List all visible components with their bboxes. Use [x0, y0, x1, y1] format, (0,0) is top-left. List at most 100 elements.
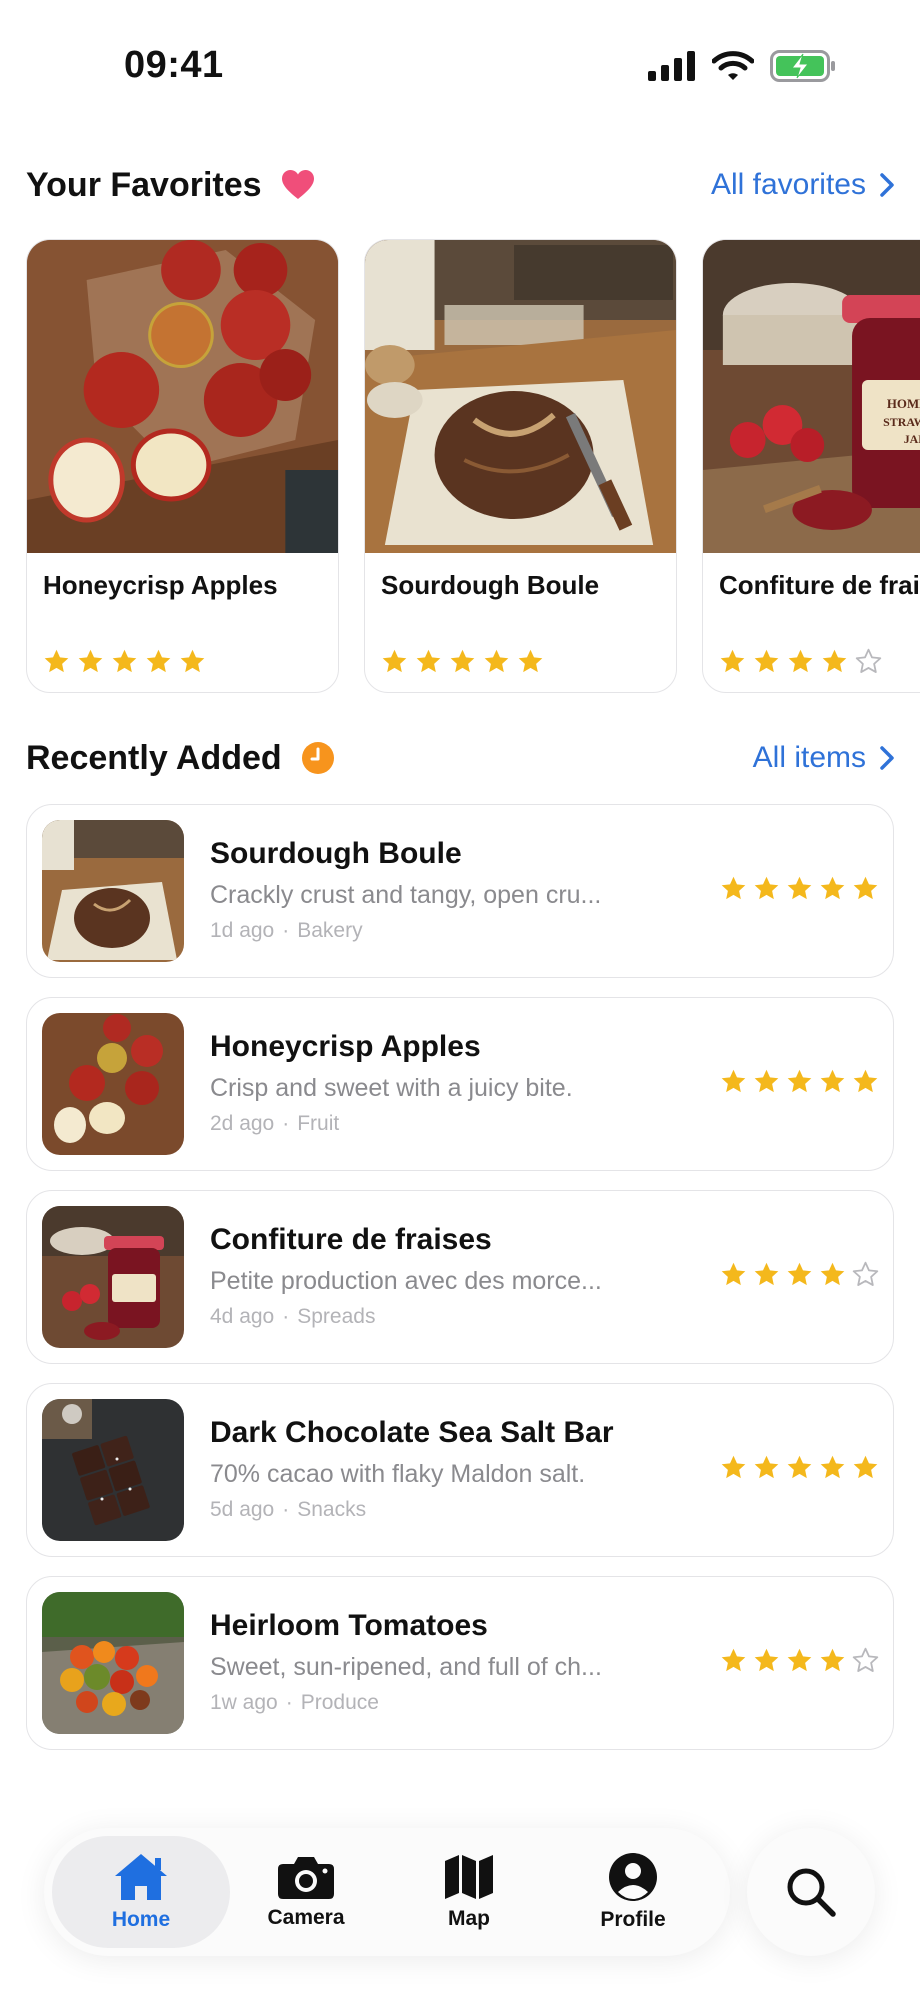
recent-item-description: Crisp and sweet with a juicy bite.: [210, 1074, 573, 1102]
recent-item-description: Sweet, sun-ripened, and full of ch...: [210, 1653, 602, 1681]
recent-item-category: Fruit: [297, 1112, 340, 1135]
star-filled-icon: [853, 876, 878, 900]
tab-camera[interactable]: Camera: [224, 1836, 388, 1948]
dark-chocolate-bar-thumbnail: [42, 1399, 184, 1541]
tab-camera-label: Camera: [267, 1906, 345, 1929]
recent-item-meta: 5d ago · Snacks: [210, 1498, 367, 1521]
star-filled-icon: [754, 1262, 779, 1286]
tab-map[interactable]: Map: [387, 1836, 551, 1948]
favorite-card[interactable]: Sourdough Boule: [364, 239, 677, 693]
recent-item-meta: 1w ago · Produce: [210, 1691, 379, 1714]
recent-item-category: Spreads: [297, 1305, 376, 1328]
recent-item-category: Snacks: [297, 1498, 367, 1521]
star-filled-icon: [78, 649, 103, 673]
favorite-name: Honeycrisp Apples: [43, 570, 278, 600]
star-filled-icon: [721, 1069, 746, 1093]
star-filled-icon: [112, 649, 137, 673]
star-filled-icon: [820, 1262, 845, 1286]
star-filled-icon: [787, 876, 812, 900]
recent-item-card[interactable]: Heirloom Tomatoes Sweet, sun-ripened, an…: [26, 1576, 894, 1750]
confiture-de-fraises-thumbnail: [42, 1206, 184, 1348]
tab-map-label: Map: [448, 1907, 490, 1930]
chevron-right-icon: [880, 173, 894, 197]
all-items-link[interactable]: All items: [753, 741, 894, 775]
house-icon: [115, 1854, 167, 1900]
star-filled-icon: [820, 1069, 845, 1093]
tab-bar: Home Camera Map Profile: [44, 1828, 730, 1956]
star-filled-icon: [754, 649, 779, 673]
tab-profile-label: Profile: [600, 1908, 666, 1931]
tab-home-label: Home: [111, 1908, 171, 1931]
status-bar: 09:41: [0, 0, 920, 120]
chevron-right-icon: [880, 746, 894, 770]
star-filled-icon: [720, 649, 745, 673]
star-rating: [381, 648, 544, 675]
star-rating: [719, 648, 882, 675]
star-filled-icon: [484, 649, 509, 673]
recent-item-title: Dark Chocolate Sea Salt Bar: [210, 1416, 614, 1449]
recent-item-title: Sourdough Boule: [210, 837, 462, 870]
person-circle-icon: [609, 1853, 657, 1901]
tab-home[interactable]: Home: [52, 1836, 230, 1948]
star-filled-icon: [721, 1455, 746, 1479]
recent-item-card[interactable]: Confiture de fraises Petite production a…: [26, 1190, 894, 1364]
favorite-card[interactable]: HOMEAD STRAWBER JAM Confiture de fraises: [702, 239, 920, 693]
favorite-name: Confiture de fraises: [719, 570, 920, 600]
star-filled-icon: [146, 649, 171, 673]
recent-item-meta: 2d ago · Fruit: [210, 1112, 340, 1135]
all-items-label: All items: [752, 741, 866, 774]
star-filled-icon: [754, 1648, 779, 1672]
star-filled-icon: [788, 649, 813, 673]
all-favorites-link[interactable]: All favorites: [711, 168, 894, 202]
star-filled-icon: [382, 649, 407, 673]
cellular-signal-icon: [648, 51, 695, 81]
star-rating: [720, 875, 879, 902]
star-filled-icon: [518, 649, 543, 673]
recent-item-age: 2d ago: [210, 1112, 275, 1135]
star-rating: [720, 1647, 879, 1674]
star-filled-icon: [822, 649, 847, 673]
sourdough-boule-thumbnail: [42, 820, 184, 962]
sourdough-boule-image: [365, 240, 676, 553]
favorite-name: Sourdough Boule: [381, 570, 600, 600]
star-filled-icon: [853, 1455, 878, 1479]
favorites-carousel[interactable]: Honeycrisp Apples Sourdough Boule HOM ST…: [26, 239, 920, 695]
star-filled-icon: [754, 1455, 779, 1479]
star-empty-icon: [852, 1647, 879, 1672]
recent-item-card[interactable]: Sourdough Boule Crackly crust and tangy,…: [26, 804, 894, 978]
recent-item-meta: 4d ago · Spreads: [210, 1305, 376, 1328]
svg-text:STRAWBER: STRAWBER: [883, 415, 920, 429]
map-icon: [445, 1855, 493, 1899]
star-filled-icon: [787, 1069, 812, 1093]
star-filled-icon: [450, 649, 475, 673]
star-filled-icon: [820, 1648, 845, 1672]
recent-item-meta: 1d ago · Bakery: [210, 919, 363, 942]
star-rating: [720, 1068, 879, 1095]
recent-item-card[interactable]: Honeycrisp Apples Crisp and sweet with a…: [26, 997, 894, 1171]
battery-charging-icon: [770, 50, 835, 82]
recent-header: Recently Added All items: [26, 733, 894, 783]
star-filled-icon: [44, 649, 69, 673]
status-time: 09:41: [124, 44, 224, 86]
tab-profile[interactable]: Profile: [551, 1836, 715, 1948]
recent-title: Recently Added: [26, 738, 282, 777]
star-filled-icon: [754, 1069, 779, 1093]
favorites-title: Your Favorites: [26, 165, 262, 204]
search-button[interactable]: [747, 1828, 875, 1956]
favorites-header: Your Favorites All favorites: [26, 160, 894, 210]
heart-icon: [281, 170, 314, 199]
star-filled-icon: [721, 876, 746, 900]
svg-text:JAM: JAM: [904, 432, 920, 446]
clock-icon: [301, 742, 334, 774]
recent-item-category: Bakery: [297, 919, 363, 942]
star-filled-icon: [787, 1262, 812, 1286]
star-filled-icon: [721, 1262, 746, 1286]
star-filled-icon: [787, 1648, 812, 1672]
wifi-icon: [712, 51, 754, 80]
honeycrisp-apples-thumbnail: [42, 1013, 184, 1155]
star-filled-icon: [180, 649, 205, 673]
favorite-card[interactable]: Honeycrisp Apples: [26, 239, 339, 693]
recent-item-age: 5d ago: [210, 1498, 275, 1521]
svg-text:HOMEAD: HOMEAD: [887, 396, 920, 411]
recent-item-card[interactable]: Dark Chocolate Sea Salt Bar 70% cacao wi…: [26, 1383, 894, 1557]
